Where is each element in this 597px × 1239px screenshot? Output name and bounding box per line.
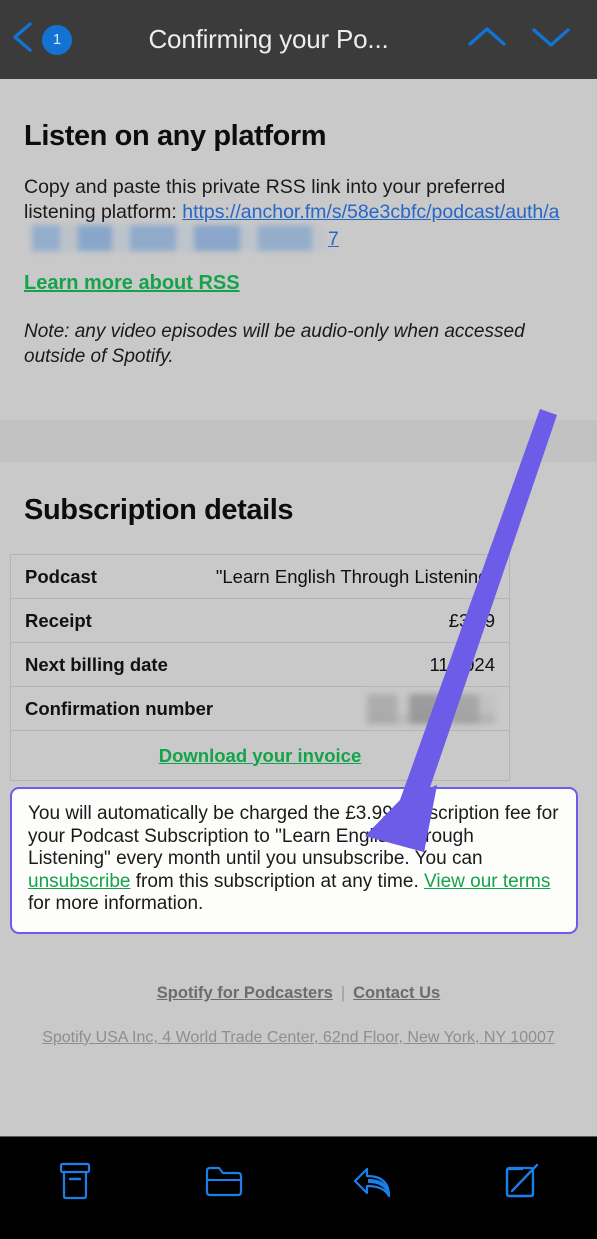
unsubscribe-link[interactable]: unsubscribe [28, 871, 130, 892]
rss-link-redacted [26, 225, 326, 251]
spotify-for-podcasters-link[interactable]: Spotify for Podcasters [157, 984, 333, 1002]
email-footer: Spotify for Podcasters | Contact Us Spotif… [0, 984, 597, 1047]
disclaimer-part1: You will automatically be charged the £3… [28, 803, 559, 869]
section-divider [0, 420, 597, 462]
footer-address-text: Spotify USA Inc, 4 World Trade Center, 6… [42, 1029, 555, 1046]
subscription-details-table: Podcast "Learn English Through Listening… [10, 554, 510, 781]
chevron-left-icon [10, 20, 36, 59]
table-row: Next billing date 11/2024 [11, 643, 509, 687]
rss-heading: Listen on any platform [24, 120, 327, 152]
chevron-up-icon [466, 24, 508, 55]
folder-icon [202, 1159, 246, 1208]
row-label: Podcast [25, 565, 97, 587]
row-label: Receipt [25, 609, 92, 631]
page-title: Confirming your Po... [148, 24, 389, 54]
subscription-section: Subscription details [0, 494, 597, 527]
row-value: 11/2024 [429, 653, 496, 675]
row-label: Next billing date [25, 653, 168, 675]
back-button[interactable] [6, 20, 40, 60]
subscription-heading: Subscription details [24, 494, 294, 526]
rss-instructions: Copy and paste this private RSS link int… [24, 175, 573, 252]
row-value: "Learn English Through Listening" [215, 565, 495, 587]
archive-button[interactable] [0, 1159, 149, 1219]
table-row: Confirmation number [11, 687, 509, 731]
rss-link-visible-start: https://anchor.fm/s/58e3cbfc/podcast/aut… [182, 201, 560, 223]
learn-more-rss-link[interactable]: Learn more about RSS [24, 272, 240, 294]
table-row: Podcast "Learn English Through Listening… [11, 555, 509, 599]
reply-icon [350, 1159, 396, 1208]
disclaimer-part2: from this subscription at any time. [130, 870, 425, 892]
rss-section: Listen on any platform Copy and paste th… [0, 120, 597, 369]
archive-icon [55, 1159, 95, 1208]
next-message-button[interactable] [519, 18, 583, 62]
compose-icon [501, 1159, 543, 1208]
previous-message-button[interactable] [455, 18, 519, 62]
navigation-bar: 1 Confirming your Po... [0, 0, 597, 79]
unread-count-badge[interactable]: 1 [42, 24, 72, 55]
table-row: Receipt £3.99 [11, 599, 509, 643]
view-terms-link[interactable]: View our terms [424, 871, 550, 892]
compose-button[interactable] [448, 1159, 597, 1219]
message-nav-group [455, 18, 583, 62]
mail-toolbar [0, 1136, 597, 1239]
rss-link-visible-end: 7 [328, 228, 339, 250]
email-screen: 1 Confirming your Po... Listen on any pl… [0, 0, 597, 1239]
footer-separator: | [340, 984, 346, 1002]
footer-links: Spotify for Podcasters | Contact Us [0, 984, 597, 1003]
email-body: Listen on any platform Copy and paste th… [0, 79, 597, 1136]
row-value: £3.99 [448, 609, 495, 631]
table-row-invoice: Download your invoice [11, 731, 509, 781]
disclaimer-part3: for more information. [28, 893, 204, 914]
reply-button[interactable] [299, 1159, 448, 1219]
download-invoice-link[interactable]: Download your invoice [159, 745, 362, 767]
row-value-redacted [367, 693, 495, 724]
contact-us-link[interactable]: Contact Us [353, 984, 440, 1002]
billing-disclaimer-text: You will automatically be charged the £3… [28, 803, 560, 916]
footer-address: Spotify USA Inc, 4 World Trade Center, 6… [0, 1029, 597, 1047]
move-to-folder-button[interactable] [149, 1159, 298, 1219]
video-note: Note: any video episodes will be audio-o… [24, 321, 525, 367]
row-label: Confirmation number [25, 697, 214, 719]
chevron-down-icon [530, 24, 572, 55]
billing-disclaimer-box: You will automatically be charged the £3… [10, 787, 578, 934]
